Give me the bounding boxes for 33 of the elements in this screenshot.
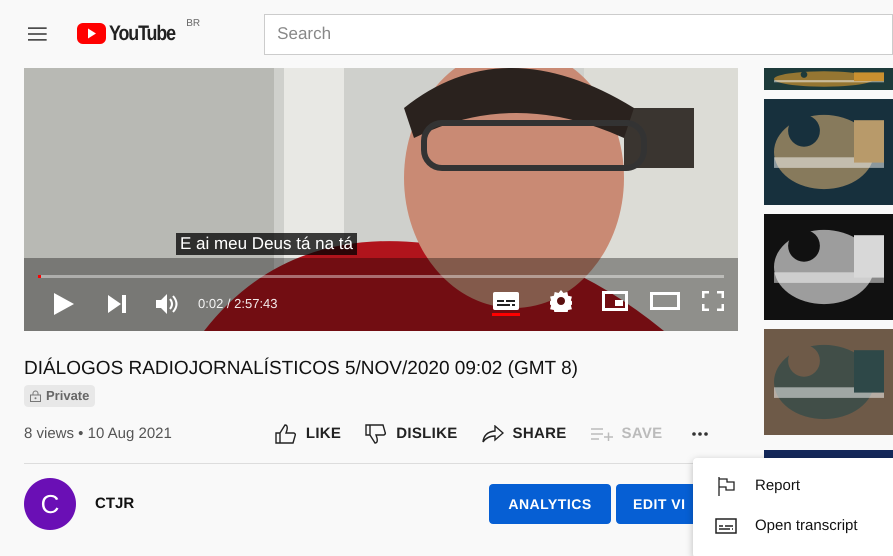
volume-icon[interactable] xyxy=(156,294,178,314)
play-icon[interactable] xyxy=(54,293,74,315)
fullscreen-icon[interactable] xyxy=(702,291,724,311)
video-caption: E ai meu Deus tá na tá xyxy=(176,233,357,255)
thumbs-up-icon xyxy=(274,424,297,444)
flag-icon xyxy=(718,476,734,496)
logo-text[interactable]: YouTube xyxy=(108,20,175,48)
captions-button[interactable] xyxy=(492,292,520,316)
miniplayer-icon[interactable] xyxy=(602,291,628,311)
add-to-list-icon xyxy=(590,427,613,441)
privacy-label: Private xyxy=(46,387,90,406)
video-player[interactable]: E ai meu Deus tá na tá 0:02 / 2:57:43 xyxy=(24,68,738,331)
lock-icon xyxy=(30,390,41,402)
channel-avatar[interactable]: C xyxy=(24,478,76,530)
thumbs-down-icon xyxy=(365,424,388,444)
dislike-button[interactable]: DISLIKE xyxy=(365,422,458,446)
time-display: 0:02 / 2:57:43 xyxy=(198,295,278,314)
transcript-icon xyxy=(715,518,737,534)
share-arrow-icon xyxy=(482,425,504,443)
settings-icon[interactable] xyxy=(550,290,572,312)
search-field[interactable]: Search xyxy=(264,14,893,54)
region-label: BR xyxy=(186,17,200,31)
action-button[interactable]: ANALYTICS xyxy=(489,484,611,524)
like-button[interactable]: LIKE xyxy=(274,422,342,446)
play-logo-icon xyxy=(76,23,106,44)
next-icon[interactable] xyxy=(108,295,126,313)
theater-icon[interactable] xyxy=(650,292,680,310)
menu-icon[interactable] xyxy=(28,27,47,41)
video-title: DIÁLOGOS RADIOJORNALÍSTICOS 5/NOV/2020 09:02 (GMT 8) xyxy=(24,357,579,381)
video-stats: 8 views • 10 Aug 2021 xyxy=(24,424,172,444)
channel-name[interactable]: CTJR xyxy=(95,492,134,516)
more-icon[interactable] xyxy=(692,432,708,436)
share-button[interactable]: SHARE xyxy=(482,422,567,446)
